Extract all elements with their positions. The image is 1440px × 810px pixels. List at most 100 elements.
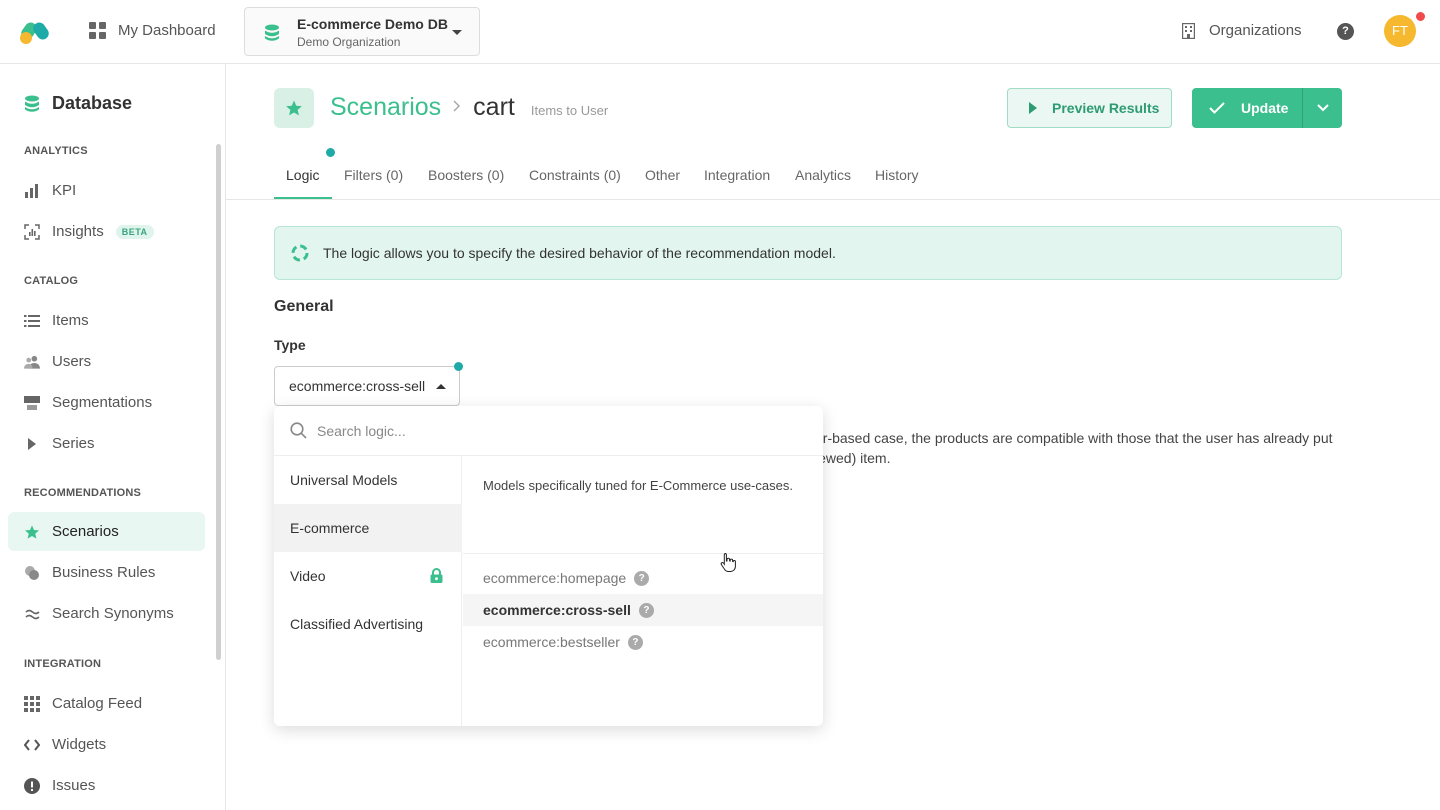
update-button[interactable]: Update xyxy=(1192,88,1302,128)
help-icon[interactable]: ? xyxy=(638,602,654,618)
option-label: ecommerce:homepage xyxy=(483,570,627,586)
type-select[interactable]: ecommerce:cross-sell xyxy=(274,366,460,406)
category-ecommerce[interactable]: E-commerce xyxy=(274,504,462,552)
organizations-link[interactable]: Organizations xyxy=(1182,22,1302,39)
general-heading: General xyxy=(274,298,334,315)
logic-description-line: iewed) item. xyxy=(815,450,891,466)
organizations-label: Organizations xyxy=(1209,22,1302,39)
sidebar-item-users[interactable]: Users xyxy=(8,342,205,381)
database-name: E-commerce Demo DB xyxy=(297,16,448,32)
category-list: Universal Models E-commerce Video Classi… xyxy=(274,456,462,726)
option-ecommerce-homepage[interactable]: ecommerce:homepage ? xyxy=(463,562,823,594)
sidebar-item-label: Business Rules xyxy=(52,564,156,581)
list-icon xyxy=(24,313,40,329)
search-icon xyxy=(290,422,307,439)
scenario-header-icon xyxy=(274,88,314,128)
sidebar-scrollbar[interactable] xyxy=(216,144,221,660)
section-catalog: CATALOG xyxy=(24,275,79,287)
help-icon[interactable]: ? xyxy=(634,570,650,586)
info-text: The logic allows you to specify the desi… xyxy=(323,245,836,261)
sidebar-item-label: Widgets xyxy=(52,736,107,753)
category-description: Models specifically tuned for E-Commerce… xyxy=(483,478,793,493)
database-selector[interactable]: E-commerce Demo DB Demo Organization xyxy=(244,7,480,56)
my-dashboard-label: My Dashboard xyxy=(118,22,216,39)
option-list: Models specifically tuned for E-Commerce… xyxy=(463,456,823,726)
tabs-divider xyxy=(226,199,1440,200)
chevron-down-icon xyxy=(1316,104,1329,112)
segmentation-icon xyxy=(24,395,40,411)
tab-filters[interactable]: Filters (0) xyxy=(344,167,403,183)
sidebar-item-segmentations[interactable]: Segmentations xyxy=(8,383,205,422)
option-ecommerce-cross-sell[interactable]: ecommerce:cross-sell ? xyxy=(463,594,823,626)
sidebar-item-label: Issues xyxy=(52,777,96,794)
play-icon xyxy=(24,436,40,452)
sidebar-item-items[interactable]: Items xyxy=(8,301,205,340)
sidebar-item-scenarios[interactable]: Scenarios xyxy=(8,512,205,551)
sidebar-item-kpi[interactable]: KPI xyxy=(8,171,205,210)
sidebar-item-catalog-feed[interactable]: Catalog Feed xyxy=(8,684,205,723)
option-ecommerce-bestseller[interactable]: ecommerce:bestseller ? xyxy=(463,626,823,658)
preview-results-button[interactable]: Preview Results xyxy=(1007,88,1172,128)
pointer-cursor-icon xyxy=(720,553,736,572)
tab-analytics[interactable]: Analytics xyxy=(795,167,851,183)
breadcrumb: Scenarios cart Items to User xyxy=(330,93,608,122)
my-dashboard-link[interactable]: My Dashboard xyxy=(89,22,216,39)
sidebar-item-label: Search Synonyms xyxy=(52,605,174,622)
section-analytics: ANALYTICS xyxy=(24,145,88,157)
star-icon xyxy=(24,524,40,540)
caret-down-icon xyxy=(452,30,462,35)
bar-chart-icon xyxy=(24,183,40,199)
sidebar-item-search-synonyms[interactable]: Search Synonyms xyxy=(8,594,205,633)
sidebar-title: Database xyxy=(24,93,132,114)
category-universal-models[interactable]: Universal Models xyxy=(274,456,462,504)
sidebar-item-label: Items xyxy=(52,312,89,329)
insights-icon xyxy=(24,223,40,240)
logo-icon[interactable] xyxy=(18,16,56,46)
category-classified-advertising[interactable]: Classified Advertising xyxy=(274,600,462,648)
database-icon xyxy=(265,24,279,41)
users-icon xyxy=(24,354,40,370)
tab-integration[interactable]: Integration xyxy=(704,167,770,183)
section-integration: INTEGRATION xyxy=(24,658,102,670)
code-icon xyxy=(24,737,40,753)
tab-other[interactable]: Other xyxy=(645,167,680,183)
star-icon xyxy=(286,100,302,116)
info-box: The logic allows you to specify the desi… xyxy=(274,226,1342,280)
sidebar: Database ANALYTICS KPI Insights BETA CAT… xyxy=(0,64,226,810)
breadcrumb-scenarios-link[interactable]: Scenarios xyxy=(330,93,441,122)
sidebar-item-issues[interactable]: Issues xyxy=(8,766,205,805)
preview-results-label: Preview Results xyxy=(1052,100,1160,116)
tab-boosters[interactable]: Boosters (0) xyxy=(428,167,504,183)
lock-icon xyxy=(430,568,443,583)
beta-badge: BETA xyxy=(115,224,154,239)
update-options-button[interactable] xyxy=(1302,88,1342,128)
update-label: Update xyxy=(1241,100,1289,116)
play-icon xyxy=(1029,102,1037,114)
alert-icon xyxy=(24,777,40,794)
type-label: Type xyxy=(274,337,306,353)
avatar[interactable]: FT xyxy=(1384,15,1416,47)
logic-description-line: er-based case, the products are compatib… xyxy=(815,430,1333,446)
help-icon[interactable]: ? xyxy=(627,634,643,650)
tab-history[interactable]: History xyxy=(875,167,919,183)
sidebar-item-widgets[interactable]: Widgets xyxy=(8,725,205,764)
logic-dropdown: Universal Models E-commerce Video Classi… xyxy=(274,406,823,726)
page-title: cart xyxy=(473,93,515,121)
sidebar-item-label: Segmentations xyxy=(52,394,153,411)
option-label: ecommerce:cross-sell xyxy=(483,602,631,618)
tab-logic[interactable]: Logic xyxy=(286,167,319,183)
sidebar-title-label: Database xyxy=(52,93,133,113)
sidebar-item-series[interactable]: Series xyxy=(8,424,205,463)
help-icon[interactable]: ? xyxy=(1337,23,1354,40)
notification-dot xyxy=(1415,11,1426,22)
logic-search-input[interactable] xyxy=(317,422,797,439)
catalog-feed-icon xyxy=(24,695,40,712)
category-video[interactable]: Video xyxy=(274,552,462,600)
database-icon xyxy=(25,95,39,112)
type-select-value: ecommerce:cross-sell xyxy=(289,378,426,394)
type-indicator-dot xyxy=(454,362,463,371)
sidebar-item-business-rules[interactable]: Business Rules xyxy=(8,553,205,592)
sidebar-item-insights[interactable]: Insights BETA xyxy=(8,212,205,251)
tab-constraints[interactable]: Constraints (0) xyxy=(529,167,621,183)
option-label: ecommerce:bestseller xyxy=(483,634,620,650)
